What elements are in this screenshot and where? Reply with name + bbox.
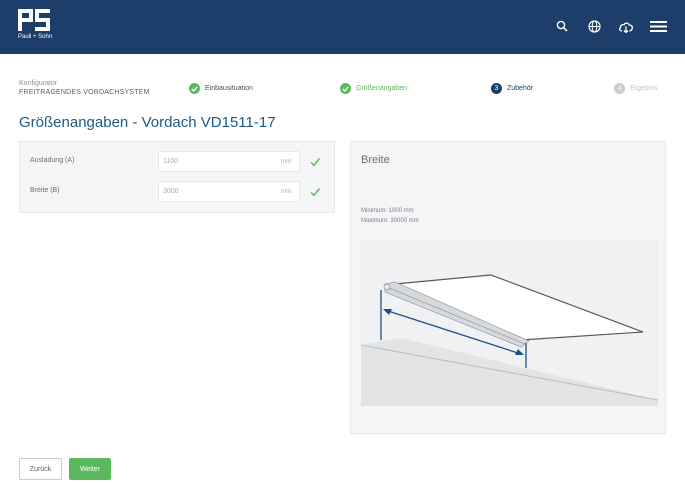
size-form: Ausladung (A) 1100 mm Breite (B) 3000 mm xyxy=(19,141,335,213)
header-actions xyxy=(553,17,667,35)
page-title: Größenangaben - Vordach VD1511-17 xyxy=(19,114,276,131)
globe-icon[interactable] xyxy=(585,17,603,35)
field-label: Breite (B) xyxy=(30,187,60,194)
info-minimum: Minimum: 1000 mm xyxy=(361,208,414,214)
step-ergebnis: 4 Ergebnis xyxy=(614,83,658,94)
field-label: Ausladung (A) xyxy=(30,157,75,164)
logo-text: Pauli + Sohn xyxy=(18,34,53,40)
menu-icon[interactable] xyxy=(649,17,667,35)
unit-label: mm xyxy=(281,159,291,165)
step-label: Zubehör xyxy=(507,85,534,92)
input-value: 1100 xyxy=(163,158,179,165)
back-button[interactable]: Zurück xyxy=(19,458,62,480)
field-ausladung: Ausladung (A) 1100 mm xyxy=(20,150,336,172)
check-icon xyxy=(309,185,321,197)
info-panel: Breite Minimum: 1000 mm Maximum: 30000 m… xyxy=(350,141,666,434)
info-maximum: Maximum: 30000 mm xyxy=(361,218,419,224)
check-icon xyxy=(340,83,351,94)
step-label: Größenangaben xyxy=(356,85,407,92)
canopy-illustration xyxy=(361,240,658,406)
logo-mark xyxy=(18,9,50,31)
field-breite: Breite (B) 3000 mm xyxy=(20,180,336,202)
next-button[interactable]: Weiter xyxy=(69,458,111,480)
info-title: Breite xyxy=(361,154,390,166)
step-number: 3 xyxy=(491,83,502,94)
step-label: Einbausituation xyxy=(205,85,253,92)
step-number: 4 xyxy=(614,83,625,94)
breadcrumb-product: FREITRAGENDES VORDACHSYSTEM xyxy=(19,89,150,96)
check-icon xyxy=(189,83,200,94)
company-logo[interactable]: Pauli + Sohn xyxy=(18,9,52,45)
unit-label: mm xyxy=(281,189,291,195)
breadcrumb: Konfigurator FREITRAGENDES VORDACHSYSTEM xyxy=(19,80,150,96)
search-icon[interactable] xyxy=(553,17,571,35)
step-label: Ergebnis xyxy=(630,85,658,92)
breite-input[interactable]: 3000 mm xyxy=(158,181,300,202)
step-einbausituation[interactable]: Einbausituation xyxy=(189,83,253,94)
cloud-download-icon[interactable] xyxy=(617,17,635,35)
check-icon xyxy=(309,155,321,167)
step-groessenangaben[interactable]: Größenangaben xyxy=(340,83,407,94)
step-zubehoer[interactable]: 3 Zubehör xyxy=(491,83,533,94)
ausladung-input[interactable]: 1100 mm xyxy=(158,151,300,172)
top-bar: Pauli + Sohn xyxy=(0,0,685,54)
input-value: 3000 xyxy=(163,188,179,195)
breadcrumb-label: Konfigurator xyxy=(19,80,58,87)
